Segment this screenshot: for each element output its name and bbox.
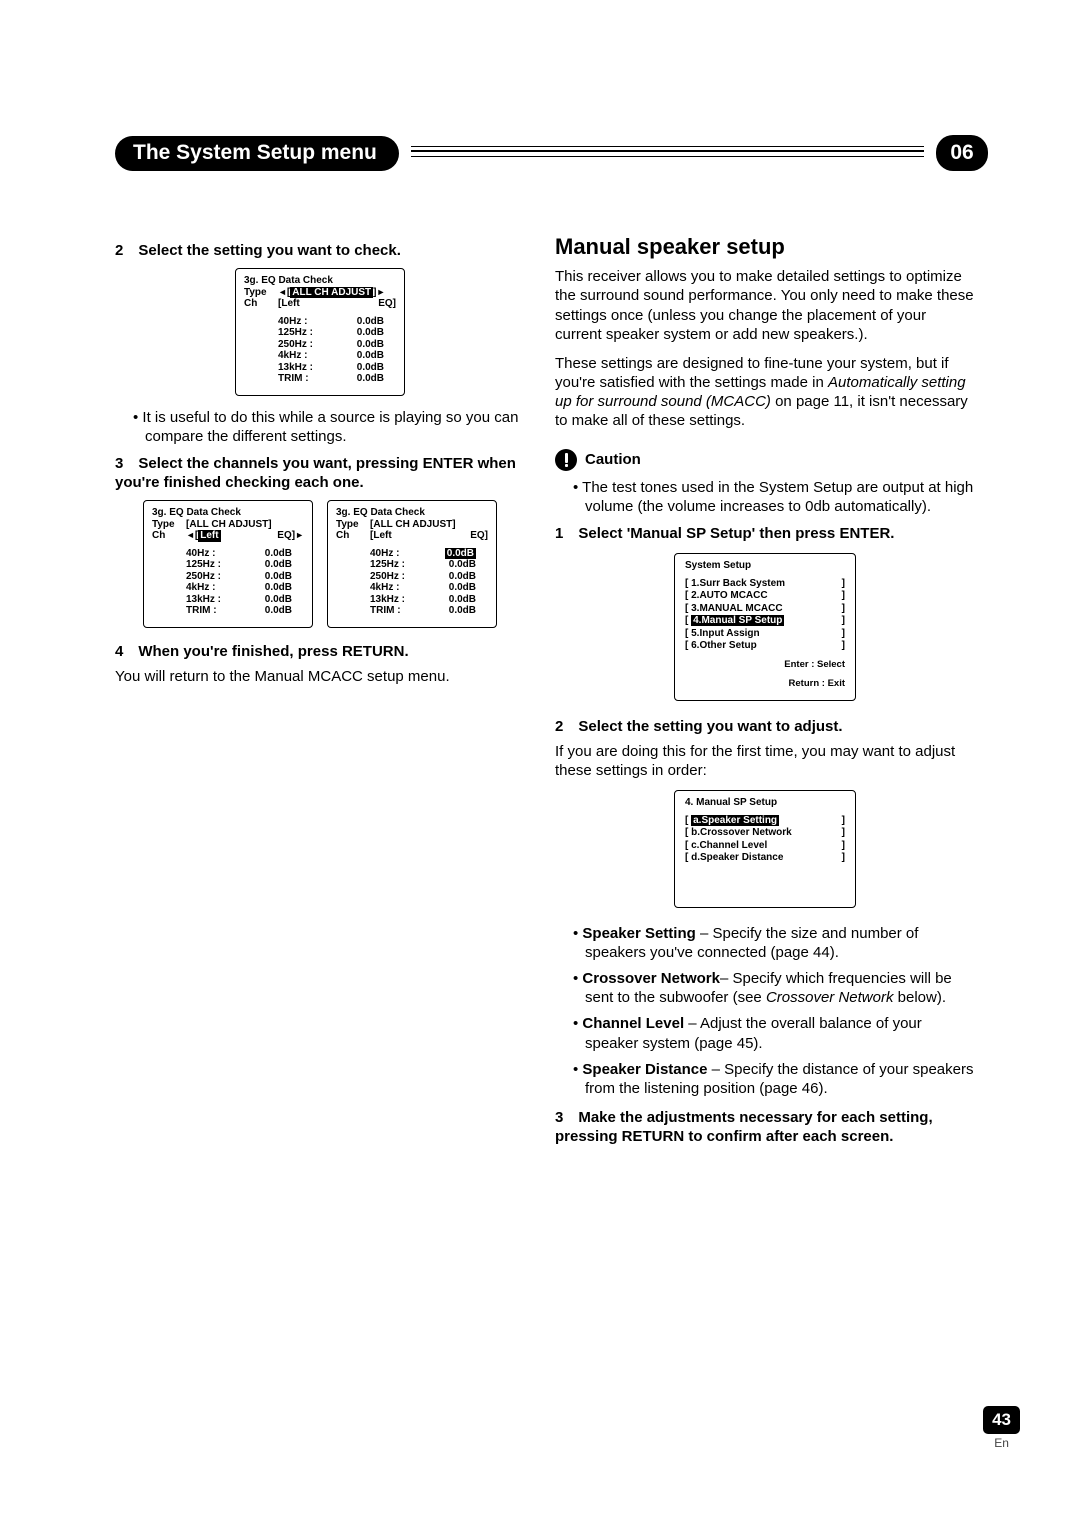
eq-label: EQ bbox=[378, 298, 392, 310]
intro-paragraph-2: These settings are designed to fine-tune… bbox=[555, 354, 975, 431]
osd-title: 3g. EQ Data Check bbox=[336, 507, 488, 519]
step-4-body: You will return to the Manual MCACC setu… bbox=[115, 667, 525, 686]
tip-bullet: • It is useful to do this while a source… bbox=[133, 408, 525, 446]
eq-row: 13kHz :0.0dB bbox=[244, 362, 396, 374]
menu-item-selected: [ a.Speaker Setting] bbox=[685, 815, 845, 827]
osd-type-row: Type ◄ [ ALL CH ADJUST ] ► bbox=[244, 287, 396, 299]
setting-bullet: • Crossover Network– Specify which frequ… bbox=[573, 969, 975, 1007]
intro-paragraph-1: This receiver allows you to make detaile… bbox=[555, 267, 975, 344]
step-2-label: 2 Select the setting you want to check. bbox=[115, 241, 525, 260]
eq-row: 125Hz :0.0dB bbox=[244, 327, 396, 339]
caution-heading: Caution bbox=[555, 449, 975, 471]
type-label: Type bbox=[244, 287, 278, 299]
caution-label: Caution bbox=[585, 450, 641, 469]
osd-ch-row: Ch ◄ [Left EQ] ► bbox=[152, 530, 304, 542]
left-column: 2 Select the setting you want to check. … bbox=[115, 233, 525, 1153]
step-4-label: 4 When you're finished, press RETURN. bbox=[115, 642, 525, 661]
setting-bullet: • Speaker Setting – Specify the size and… bbox=[573, 924, 975, 962]
chapter-number: 06 bbox=[936, 135, 988, 171]
eq-row: 40Hz :0.0dB bbox=[244, 316, 396, 328]
eq-row: TRIM :0.0dB bbox=[244, 373, 396, 385]
menu-item-selected: [ 4.Manual SP Setup] bbox=[685, 615, 845, 627]
ch-label: Ch bbox=[244, 298, 278, 310]
osd-title: 3g. EQ Data Check bbox=[152, 507, 304, 519]
step-3-label: 3 Select the channels you want, pressing… bbox=[115, 454, 525, 492]
osd-ch-row: Ch [ Left EQ ] bbox=[244, 298, 396, 310]
ch-value: Left bbox=[281, 298, 299, 310]
setting-bullet: • Channel Level – Adjust the overall bal… bbox=[573, 1014, 975, 1052]
menu-item: [ 5.Input Assign] bbox=[685, 628, 845, 640]
step-2-label: 2 Select the setting you want to adjust. bbox=[555, 717, 975, 736]
menu-item: [ d.Speaker Distance] bbox=[685, 852, 845, 864]
menu-item: [ 3.MANUAL MCACC] bbox=[685, 603, 845, 615]
hint-return: Return : Exit bbox=[685, 679, 845, 690]
page-language: En bbox=[983, 1436, 1020, 1450]
left-arrow-icon: ◄ bbox=[186, 530, 195, 542]
menu-item: [ c.Channel Level] bbox=[685, 840, 845, 852]
step-3-label: 3 Make the adjustments necessary for eac… bbox=[555, 1108, 975, 1146]
section-heading: Manual speaker setup bbox=[555, 233, 975, 261]
step-1-label: 1 Select 'Manual SP Setup' then press EN… bbox=[555, 524, 975, 543]
header-rule bbox=[411, 135, 924, 171]
chapter-header: The System Setup menu 06 bbox=[115, 135, 988, 171]
step-2-body: If you are doing this for the first time… bbox=[555, 742, 975, 780]
caution-icon bbox=[555, 449, 577, 471]
menu-item: [ 2.AUTO MCACC] bbox=[685, 590, 845, 602]
menu-item: [ b.Crossover Network] bbox=[685, 827, 845, 839]
page-number-badge: 43 En bbox=[983, 1406, 1020, 1450]
osd-title: System Setup bbox=[685, 560, 845, 572]
page-number: 43 bbox=[983, 1406, 1020, 1434]
caution-bullet: • The test tones used in the System Setu… bbox=[573, 478, 975, 516]
osd-system-setup: System Setup [ 1.Surr Back System] [ 2.A… bbox=[674, 553, 856, 700]
osd-pair: 3g. EQ Data Check Type[ ALL CH ADJUST ] … bbox=[115, 500, 525, 628]
left-arrow-icon: ◄ bbox=[278, 287, 287, 299]
osd-eq-data-check-1: 3g. EQ Data Check Type ◄ [ ALL CH ADJUST… bbox=[235, 268, 405, 396]
osd-eq-data-check-2b: 3g. EQ Data Check Type[ ALL CH ADJUST ] … bbox=[327, 500, 497, 628]
setting-bullet: • Speaker Distance – Specify the distanc… bbox=[573, 1060, 975, 1098]
osd-manual-sp-setup: 4. Manual SP Setup [ a.Speaker Setting] … bbox=[674, 790, 856, 908]
menu-item: [ 1.Surr Back System] bbox=[685, 578, 845, 590]
highlighted-value: 0.0dB bbox=[445, 548, 476, 560]
osd-title: 3g. EQ Data Check bbox=[244, 275, 396, 287]
chapter-title: The System Setup menu bbox=[115, 136, 399, 171]
osd-eq-data-check-2a: 3g. EQ Data Check Type[ ALL CH ADJUST ] … bbox=[143, 500, 313, 628]
eq-row: 250Hz :0.0dB bbox=[244, 339, 396, 351]
eq-row: 4kHz :0.0dB bbox=[244, 350, 396, 362]
manual-page: The System Setup menu 06 2 Select the se… bbox=[0, 0, 1080, 1528]
hint-enter: Enter : Select bbox=[685, 660, 845, 671]
type-value: ALL CH ADJUST bbox=[290, 287, 373, 299]
osd-title: 4. Manual SP Setup bbox=[685, 797, 845, 809]
right-column: Manual speaker setup This receiver allow… bbox=[555, 233, 975, 1153]
right-arrow-icon: ► bbox=[295, 530, 304, 542]
right-arrow-icon: ► bbox=[377, 287, 386, 299]
content-columns: 2 Select the setting you want to check. … bbox=[115, 233, 988, 1153]
menu-item: [ 6.Other Setup] bbox=[685, 640, 845, 652]
